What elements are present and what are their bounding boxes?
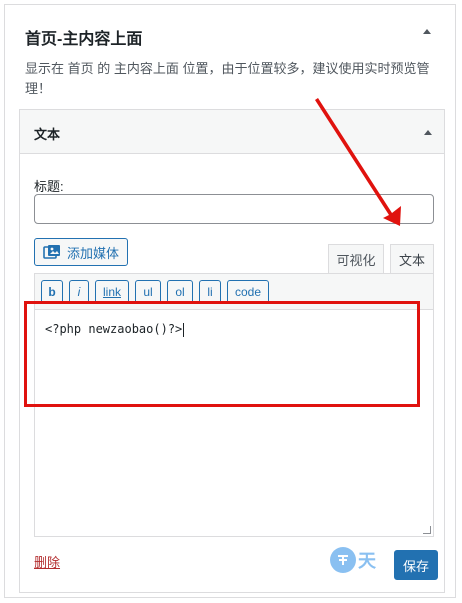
tab-text[interactable]: 文本 [390, 244, 434, 274]
delete-link[interactable]: 删除 [34, 552, 60, 571]
add-media-label: 添加媒体 [67, 245, 120, 261]
widget-header[interactable]: 文本 [20, 110, 444, 154]
panel-description: 显示在 首页 的 主内容上面 位置，由于位置较多，建议使用实时预览管理！ [25, 61, 430, 96]
widget-collapse-icon[interactable] [424, 130, 432, 135]
tab-visual[interactable]: 可视化 [328, 244, 384, 274]
annotation-highlight-box [24, 301, 420, 407]
title-input[interactable] [34, 194, 434, 224]
media-icon [43, 245, 60, 259]
widget-title: 文本 [34, 127, 61, 142]
watermark-text: 天 [358, 551, 376, 571]
panel-collapse-icon[interactable] [423, 29, 431, 34]
add-media-button[interactable]: 添加媒体 [34, 238, 128, 266]
watermark: 天 [330, 547, 376, 573]
watermark-logo-icon [330, 547, 356, 573]
title-label: 标题: [34, 179, 64, 194]
resize-grip-icon[interactable] [423, 526, 431, 534]
panel-title: 首页-主内容上面 [25, 31, 143, 48]
save-button[interactable]: 保存 [394, 550, 438, 580]
